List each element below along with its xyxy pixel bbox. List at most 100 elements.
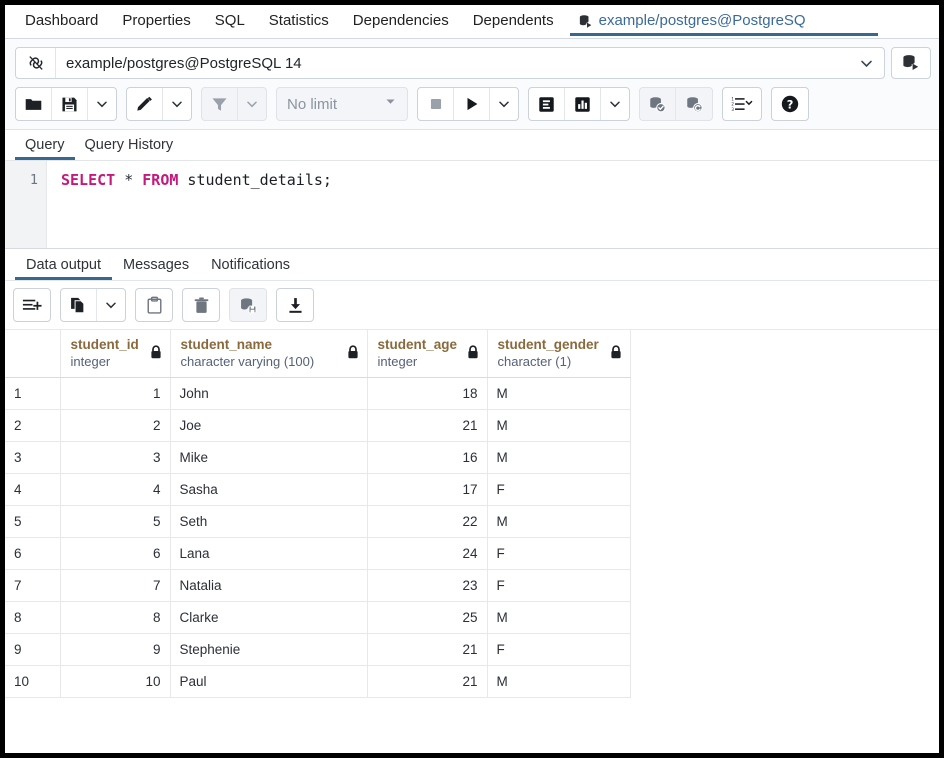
tab-notifications[interactable]: Notifications [200, 255, 301, 280]
column-type: character varying (100) [181, 353, 315, 370]
table-row[interactable]: 4 4 Sasha 17 F [5, 473, 630, 505]
tab-query-tool-session[interactable]: example/postgres@PostgreSQ [566, 9, 818, 38]
tab-query[interactable]: Query [15, 135, 75, 160]
cell-student-gender[interactable]: F [487, 473, 630, 505]
tab-dependencies[interactable]: Dependencies [341, 9, 461, 38]
column-header-student-gender[interactable]: student_gender character (1) [487, 330, 630, 377]
table-row[interactable]: 7 7 Natalia 23 F [5, 569, 630, 601]
table-row[interactable]: 5 5 Seth 22 M [5, 505, 630, 537]
stop-button[interactable] [418, 88, 454, 120]
cell-student-age[interactable]: 16 [367, 441, 487, 473]
explain-options-caret-icon[interactable] [601, 88, 629, 120]
tab-dashboard[interactable]: Dashboard [13, 9, 110, 38]
tab-statistics[interactable]: Statistics [257, 9, 341, 38]
cell-student-age[interactable]: 24 [367, 537, 487, 569]
cell-student-id[interactable]: 7 [60, 569, 170, 601]
filter-button[interactable] [202, 88, 238, 120]
save-file-button[interactable] [52, 88, 88, 120]
tab-data-output[interactable]: Data output [15, 255, 112, 280]
cell-student-name[interactable]: John [170, 377, 367, 409]
cell-student-name[interactable]: Stephenie [170, 633, 367, 665]
table-row[interactable]: 8 8 Clarke 25 M [5, 601, 630, 633]
execute-button[interactable] [454, 88, 490, 120]
cell-student-name[interactable]: Lana [170, 537, 367, 569]
cell-student-gender[interactable]: F [487, 569, 630, 601]
cell-student-id[interactable]: 2 [60, 409, 170, 441]
download-csv-button[interactable] [277, 289, 313, 321]
tab-messages[interactable]: Messages [112, 255, 200, 280]
cell-student-id[interactable]: 3 [60, 441, 170, 473]
row-number: 9 [5, 633, 60, 665]
cell-student-gender[interactable]: M [487, 505, 630, 537]
cell-student-gender[interactable]: M [487, 441, 630, 473]
edit-button[interactable] [127, 88, 163, 120]
cell-student-id[interactable]: 9 [60, 633, 170, 665]
macros-button[interactable]: 1 2 3 [723, 88, 761, 120]
column-header-student-id[interactable]: student_id integer [60, 330, 170, 377]
cell-student-age[interactable]: 22 [367, 505, 487, 537]
column-header-student-name[interactable]: student_name character varying (100) [170, 330, 367, 377]
tab-properties[interactable]: Properties [110, 9, 202, 38]
delete-row-button[interactable] [183, 289, 219, 321]
new-connection-button[interactable] [891, 47, 931, 79]
open-file-button[interactable] [16, 88, 52, 120]
explain-button-group [528, 87, 630, 121]
table-row[interactable]: 10 10 Paul 21 M [5, 665, 630, 697]
cell-student-id[interactable]: 5 [60, 505, 170, 537]
cell-student-age[interactable]: 21 [367, 665, 487, 697]
cell-student-id[interactable]: 1 [60, 377, 170, 409]
cell-student-gender[interactable]: F [487, 537, 630, 569]
cell-student-age[interactable]: 21 [367, 633, 487, 665]
cell-student-gender[interactable]: M [487, 377, 630, 409]
paste-button[interactable] [136, 289, 172, 321]
explain-button[interactable] [529, 88, 565, 120]
cell-student-id[interactable]: 4 [60, 473, 170, 505]
cell-student-name[interactable]: Mike [170, 441, 367, 473]
cell-student-id[interactable]: 6 [60, 537, 170, 569]
cell-student-gender[interactable]: F [487, 633, 630, 665]
row-number: 1 [5, 377, 60, 409]
table-row[interactable]: 3 3 Mike 16 M [5, 441, 630, 473]
edit-options-caret-icon[interactable] [163, 88, 191, 120]
cell-student-gender[interactable]: M [487, 409, 630, 441]
cell-student-age[interactable]: 21 [367, 409, 487, 441]
row-limit-select[interactable]: No limit [276, 87, 408, 121]
tab-sql[interactable]: SQL [203, 9, 257, 38]
cell-student-age[interactable]: 23 [367, 569, 487, 601]
editor-code[interactable]: SELECT * FROM student_details; [47, 161, 939, 248]
cell-student-gender[interactable]: M [487, 665, 630, 697]
commit-button[interactable] [640, 88, 676, 120]
cell-student-name[interactable]: Joe [170, 409, 367, 441]
cell-student-age[interactable]: 25 [367, 601, 487, 633]
cell-student-age[interactable]: 18 [367, 377, 487, 409]
cell-student-id[interactable]: 8 [60, 601, 170, 633]
copy-button[interactable] [61, 289, 97, 321]
tab-query-history[interactable]: Query History [75, 135, 184, 160]
save-data-button[interactable] [230, 289, 266, 321]
save-options-caret-icon[interactable] [88, 88, 116, 120]
cell-student-name[interactable]: Clarke [170, 601, 367, 633]
cell-student-name[interactable]: Seth [170, 505, 367, 537]
cell-student-id[interactable]: 10 [60, 665, 170, 697]
explain-analyze-button[interactable] [565, 88, 601, 120]
rollback-button[interactable] [676, 88, 712, 120]
execute-options-caret-icon[interactable] [490, 88, 518, 120]
tab-dependents[interactable]: Dependents [461, 9, 566, 38]
column-header-student-age[interactable]: student_age integer [367, 330, 487, 377]
table-row[interactable]: 1 1 John 18 M [5, 377, 630, 409]
cell-student-gender[interactable]: M [487, 601, 630, 633]
table-row[interactable]: 9 9 Stephenie 21 F [5, 633, 630, 665]
sql-editor[interactable]: 1 SELECT * FROM student_details; [5, 161, 939, 249]
cell-student-name[interactable]: Sasha [170, 473, 367, 505]
table-row[interactable]: 2 2 Joe 21 M [5, 409, 630, 441]
cell-student-age[interactable]: 17 [367, 473, 487, 505]
help-button[interactable]: ? [772, 88, 808, 120]
filter-options-caret-icon[interactable] [238, 88, 266, 120]
table-row[interactable]: 6 6 Lana 24 F [5, 537, 630, 569]
add-row-button[interactable] [14, 289, 50, 321]
cell-student-name[interactable]: Natalia [170, 569, 367, 601]
cell-student-name[interactable]: Paul [170, 665, 367, 697]
copy-options-caret-icon[interactable] [97, 289, 125, 321]
chevron-down-icon[interactable] [848, 48, 884, 78]
connection-selector[interactable]: example/postgres@PostgreSQL 14 [15, 47, 885, 79]
